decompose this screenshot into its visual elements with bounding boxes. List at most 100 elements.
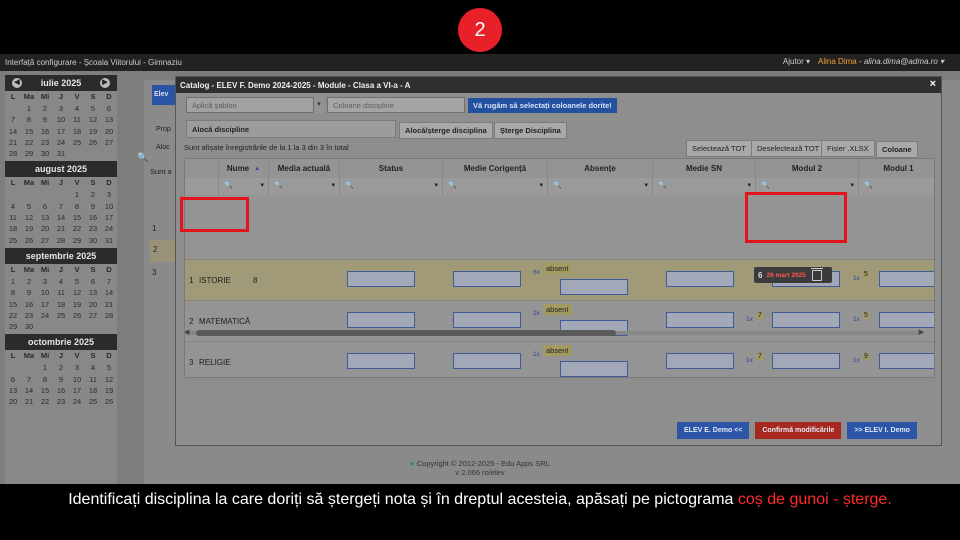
calendar-day[interactable]: 8 (37, 374, 53, 385)
absence-field[interactable] (560, 279, 628, 295)
calendar-day[interactable]: 19 (69, 299, 85, 310)
calendar-day[interactable]: 27 (37, 235, 53, 246)
trash-icon[interactable] (810, 267, 823, 281)
absent-badge[interactable]: absent (543, 345, 572, 356)
calendar-day[interactable]: 16 (53, 385, 69, 396)
column-header-medie-sn[interactable]: Medie SN (653, 159, 756, 178)
select-columns-button[interactable]: Vă rugăm să selectați coloanele dorite! (468, 98, 617, 113)
calendar-day[interactable]: 20 (5, 396, 21, 407)
filter-status[interactable]: 🔍 ▾ (340, 178, 443, 195)
columns-button[interactable]: Coloane (876, 141, 918, 158)
calendar-day[interactable]: 22 (5, 310, 21, 321)
column-header-modul-2[interactable]: Modul 2 (756, 159, 859, 178)
calendar-day[interactable]: 10 (53, 114, 69, 125)
calendar-day[interactable]: 6 (85, 276, 101, 287)
calendar-day[interactable]: 5 (69, 276, 85, 287)
modul-1-field[interactable] (879, 271, 934, 287)
calendar-day[interactable]: 5 (21, 201, 37, 212)
confirm-changes-button[interactable]: Confirmă modificările (755, 422, 842, 439)
filter-medie-sn[interactable]: 🔍 ▾ (653, 178, 756, 195)
calendar-day[interactable]: 12 (21, 212, 37, 223)
calendar-day[interactable]: 6 (37, 201, 53, 212)
calendar-day[interactable]: 1 (5, 276, 21, 287)
close-icon[interactable]: × (930, 78, 936, 90)
calendar-day[interactable]: 18 (53, 299, 69, 310)
medie-sn-field[interactable] (666, 353, 734, 369)
calendar-day[interactable]: 11 (5, 212, 21, 223)
calendar-day[interactable]: 4 (69, 103, 85, 114)
grade-badge[interactable]: 7 (757, 312, 763, 319)
calendar-day[interactable]: 13 (101, 114, 117, 125)
calendar-day[interactable]: 25 (53, 310, 69, 321)
sort-asc-icon[interactable]: ▲ (254, 166, 260, 172)
calendar-day[interactable]: 22 (37, 396, 53, 407)
calendar-day[interactable]: 21 (101, 299, 117, 310)
calendar-day[interactable]: 4 (5, 201, 21, 212)
calendar-day[interactable]: 15 (5, 299, 21, 310)
table-row[interactable]: 3 RELIGIE 1x absent 1x 7 1x 9 (185, 341, 934, 377)
filter-absente[interactable]: 🔍 ▾ (548, 178, 653, 195)
medie-sn-field[interactable] (666, 271, 734, 287)
calendar-day[interactable]: 2 (53, 362, 69, 373)
user-name[interactable]: Alina Dima (818, 57, 857, 66)
calendar-day[interactable]: 16 (37, 126, 53, 137)
calendar-day[interactable]: 9 (53, 374, 69, 385)
calendar-day[interactable]: 31 (101, 235, 117, 246)
calendar-day[interactable]: 26 (85, 137, 101, 148)
grade-badge[interactable]: 5 (863, 312, 869, 319)
calendar-day[interactable]: 15 (69, 212, 85, 223)
absence-field[interactable] (560, 361, 628, 377)
calendar-day[interactable]: 11 (85, 374, 101, 385)
status-field[interactable] (347, 353, 415, 369)
calendar-day[interactable]: 11 (53, 287, 69, 298)
filter-modul-1[interactable]: 🔍 (859, 178, 934, 195)
calendar-day[interactable]: 28 (101, 310, 117, 321)
calendar-day[interactable]: 4 (53, 276, 69, 287)
calendar-day[interactable]: 21 (5, 137, 21, 148)
calendar-day[interactable]: 2 (37, 103, 53, 114)
calendar-day[interactable]: 27 (101, 137, 117, 148)
calendar-day[interactable]: 30 (85, 235, 101, 246)
calendar-day[interactable]: 23 (37, 137, 53, 148)
column-header-absente[interactable]: Absențe (548, 159, 653, 178)
calendar-day[interactable]: 9 (37, 114, 53, 125)
calendar-day[interactable]: 17 (101, 212, 117, 223)
select-all-button[interactable]: Selectează TOT (686, 140, 752, 157)
prop-tab[interactable]: Prop (156, 126, 171, 133)
scroll-left-icon[interactable]: ◀ (184, 328, 189, 336)
calendar-day[interactable]: 21 (53, 223, 69, 234)
calendar-day[interactable]: 19 (21, 223, 37, 234)
calendar-day[interactable]: 25 (85, 396, 101, 407)
calendar-day[interactable]: 12 (85, 114, 101, 125)
calendar-day[interactable]: 9 (85, 201, 101, 212)
column-header-status[interactable]: Status (340, 159, 443, 178)
calendar-day[interactable]: 22 (21, 137, 37, 148)
discipline-name[interactable]: RELIGIE (199, 358, 231, 367)
chevron-down-icon[interactable]: ▾ (539, 181, 543, 189)
filter-nume[interactable]: 🔍 ▾ (219, 178, 269, 195)
medie-sn-field[interactable] (666, 312, 734, 328)
medie-corigenta-field[interactable] (453, 271, 521, 287)
calendar-day[interactable]: 29 (5, 321, 21, 332)
calendar-day[interactable]: 8 (5, 287, 21, 298)
calendar-day[interactable]: 18 (5, 223, 21, 234)
chevron-down-icon[interactable]: ▾ (850, 181, 854, 189)
calendar-day[interactable]: 20 (101, 126, 117, 137)
calendar-day[interactable]: 14 (5, 126, 21, 137)
calendar-day[interactable]: 30 (21, 321, 37, 332)
grade-badge[interactable]: 7 (757, 353, 763, 360)
modul-1-field[interactable] (879, 353, 934, 369)
chevron-down-icon[interactable]: ▾ (313, 97, 324, 113)
absent-badge[interactable]: absent (543, 263, 572, 274)
calendar-day[interactable]: 30 (37, 148, 53, 159)
calendar-day[interactable]: 24 (101, 223, 117, 234)
calendar-day[interactable]: 24 (69, 396, 85, 407)
calendar-day[interactable]: 16 (21, 299, 37, 310)
filter-medie-corigenta[interactable]: 🔍 ▾ (443, 178, 548, 195)
grade-badge[interactable]: 5 (863, 271, 869, 278)
calendar-day[interactable]: 23 (85, 223, 101, 234)
calendar-day[interactable]: 20 (37, 223, 53, 234)
calendar-day[interactable]: 16 (85, 212, 101, 223)
calendar-day[interactable]: 13 (5, 385, 21, 396)
calendar-day[interactable]: 19 (101, 385, 117, 396)
